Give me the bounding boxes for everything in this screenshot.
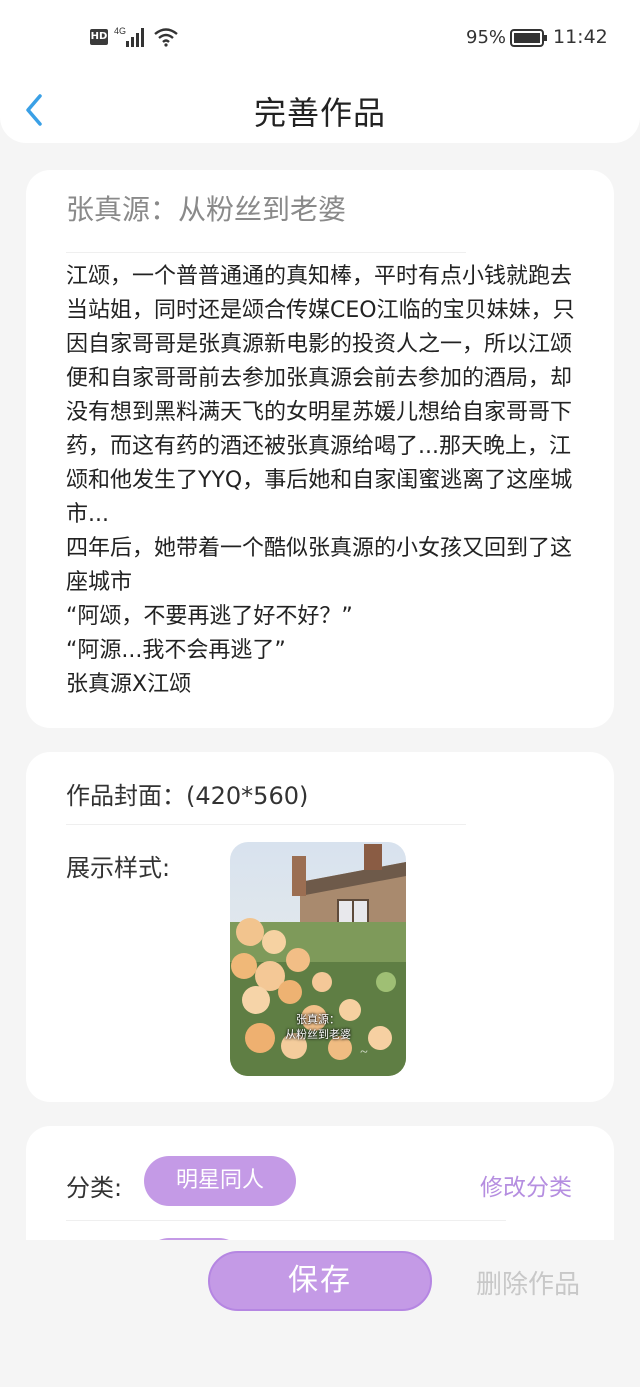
svg-text:~: ~ [360,1045,368,1060]
hd-badge: HD [90,29,108,45]
cover-image[interactable]: ~ 张真源： 从粉丝到老婆 [230,842,406,1076]
clock: 11:42 [553,26,608,48]
network-type: 4G [114,26,126,36]
signal-icon: 4G [114,26,144,47]
battery-icon [510,29,547,47]
header: HD 4G 95% 11:42 完善作品 [0,0,640,143]
status-bar: HD 4G 95% 11:42 [0,22,640,54]
category-chip[interactable]: 明星同人 [144,1156,296,1206]
wifi-icon [154,28,178,47]
work-title-field[interactable]: 张真源：从粉丝到老婆 [66,188,346,228]
category-label: 分类: [66,1174,123,1202]
bottom-action-bar: 保存 删除作品 [0,1240,640,1387]
battery-percent: 95% [466,27,507,48]
work-info-card: 张真源：从粉丝到老婆 江颂，一个普普通通的真知棒，平时有点小钱就跑去当站姐，同时… [26,170,614,728]
divider [66,824,466,825]
display-style-label: 展示样式: [66,854,171,882]
cover-card: 作品封面：(420*560) 展示样式: ~ 张真源： 从粉丝到老婆 [26,752,614,1102]
page-title: 完善作品 [253,94,386,132]
cover-caption: 张真源： 从粉丝到老婆 [230,1012,406,1042]
cover-label: 作品封面：(420*560) [66,782,309,810]
divider [66,1220,506,1221]
save-button[interactable]: 保存 [208,1251,432,1311]
cover-caption-line: 张真源： [296,1013,340,1026]
delete-work-button[interactable]: 删除作品 [476,1264,580,1301]
work-description-field[interactable]: 江颂，一个普普通通的真知棒，平时有点小钱就跑去当站姐，同时还是颂合传媒CEO江临… [66,260,586,722]
cover-caption-line: 从粉丝到老婆 [285,1028,351,1041]
change-category-link[interactable]: 修改分类 [480,1168,572,1202]
divider [66,252,466,253]
